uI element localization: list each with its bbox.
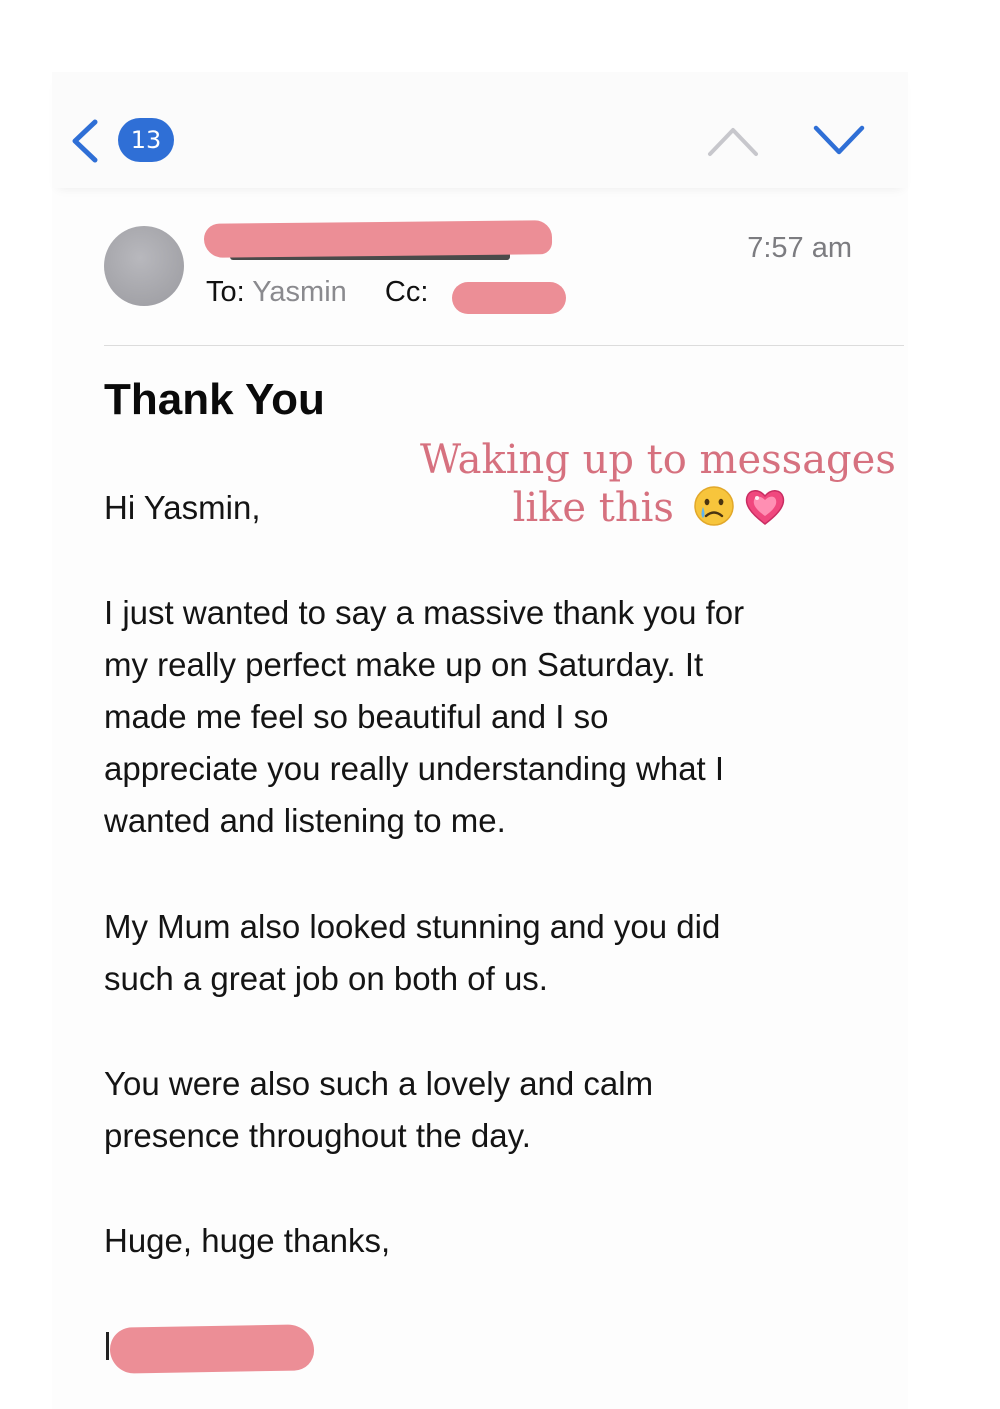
body-line: I just wanted to say a massive thank you… xyxy=(104,594,745,631)
redacted-signature xyxy=(109,1324,315,1374)
body-line: You were also such a lovely and calm xyxy=(104,1065,654,1102)
back-button[interactable] xyxy=(68,118,102,164)
body-line: wanted and listening to me. xyxy=(104,802,506,839)
body-line: such a great job on both of us. xyxy=(104,960,548,997)
greeting-text: Hi Yasmin, xyxy=(104,489,261,526)
body-paragraph-2: My Mum also looked stunning and you did … xyxy=(104,901,894,1005)
message-time: 7:57 am xyxy=(747,232,852,264)
chevron-left-icon xyxy=(72,119,98,163)
body-paragraph-1: I just wanted to say a massive thank you… xyxy=(104,587,894,847)
cc-label: Cc: xyxy=(384,276,429,308)
closing-text: Huge, huge thanks, xyxy=(104,1222,391,1259)
body-line: My Mum also looked stunning and you did xyxy=(104,908,721,945)
message-subject: Thank You xyxy=(104,375,325,424)
to-recipient[interactable]: Yasmin xyxy=(252,276,347,308)
redacted-cc-recipient xyxy=(452,282,566,314)
chevron-down-icon xyxy=(813,125,865,155)
chevron-up-icon xyxy=(708,128,758,156)
sender-avatar[interactable] xyxy=(104,226,184,306)
signature-initial xyxy=(106,1332,109,1360)
header-divider xyxy=(104,345,904,346)
body-line: made me feel so beautiful and I so xyxy=(104,698,609,735)
body-line: appreciate you really understanding what… xyxy=(104,750,725,787)
redacted-sender-name xyxy=(203,220,553,258)
mail-navbar xyxy=(52,72,908,188)
unread-count-badge[interactable]: 13 xyxy=(118,118,174,162)
next-message-button[interactable] xyxy=(812,122,866,158)
recipients-line: To: Yasmin Cc: xyxy=(206,274,428,310)
previous-message-button[interactable] xyxy=(706,124,760,158)
to-label: To: xyxy=(206,276,245,308)
body-paragraph-3: You were also such a lovely and calm pre… xyxy=(104,1058,894,1162)
body-line: my really perfect make up on Saturday. I… xyxy=(104,646,704,683)
body-line: presence throughout the day. xyxy=(104,1117,531,1154)
overlay-caption-line-1: Waking up to messages xyxy=(420,437,896,483)
